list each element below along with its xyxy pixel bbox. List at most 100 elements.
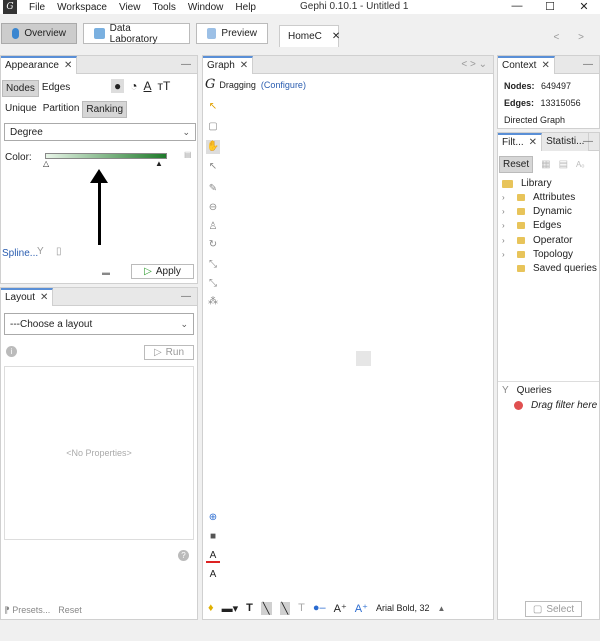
- menu-view[interactable]: View: [119, 2, 141, 13]
- help-icon[interactable]: ?: [178, 550, 189, 561]
- minimize-button[interactable]: —: [507, 0, 527, 12]
- overview-button[interactable]: Overview: [1, 23, 77, 44]
- size-icon[interactable]: ◔: [130, 79, 137, 93]
- eraser-icon[interactable]: ▬: [102, 268, 110, 277]
- data-laboratory-button[interactable]: Data Laboratory: [83, 23, 190, 45]
- edge-pencil-icon[interactable]: ⤡: [206, 258, 220, 272]
- background-color-icon[interactable]: ■: [206, 530, 220, 544]
- tab-nav-arrows[interactable]: < > ⌄: [461, 59, 487, 70]
- painter-tool-icon[interactable]: ✎: [206, 182, 220, 196]
- node-size-icon[interactable]: ●–: [313, 602, 326, 614]
- maximize-button[interactable]: ☐: [540, 0, 560, 13]
- color-gradient-slider[interactable]: [45, 153, 167, 159]
- tree-topology[interactable]: › Topology: [502, 249, 573, 260]
- tab-graph[interactable]: Graph ✕: [203, 55, 254, 74]
- edge-tool-icon[interactable]: ╲: [260, 601, 272, 615]
- tab-partition[interactable]: Partition: [40, 101, 83, 118]
- menu-workspace[interactable]: Workspace: [57, 2, 107, 13]
- tab-homec[interactable]: HomeC ✕: [279, 25, 340, 47]
- close-icon[interactable]: ✕: [332, 31, 340, 42]
- rotate-tool-icon[interactable]: ↻: [206, 238, 220, 252]
- label-size-icon[interactable]: тT: [158, 79, 171, 93]
- edge-color-icon[interactable]: ╲: [279, 601, 291, 615]
- layout-select[interactable]: ---Choose a layout ⌄: [4, 313, 194, 335]
- screenshot-icon[interactable]: ▬▾: [222, 602, 239, 615]
- tree-saved-queries[interactable]: Saved queries: [502, 263, 597, 274]
- graph-node-placeholder[interactable]: [356, 351, 371, 366]
- tab-context[interactable]: Context ✕: [498, 55, 555, 74]
- select-button[interactable]: ▢ Select: [525, 601, 582, 617]
- brush-tool-icon[interactable]: ♙: [206, 220, 220, 234]
- menu-tools[interactable]: Tools: [152, 2, 175, 13]
- close-icon[interactable]: ✕: [541, 60, 549, 71]
- auto-apply-icon[interactable]: ▯: [56, 246, 62, 257]
- close-icon[interactable]: ✕: [240, 60, 248, 71]
- select-tool-icon[interactable]: ↖: [206, 100, 220, 114]
- close-icon[interactable]: ✕: [64, 60, 72, 71]
- queries-root[interactable]: Y Queries: [502, 385, 552, 396]
- reset-layout-button[interactable]: Reset: [58, 605, 82, 616]
- close-icon[interactable]: ✕: [40, 292, 48, 303]
- info-icon[interactable]: i: [6, 346, 17, 357]
- sizer-tool-icon[interactable]: ⊖: [206, 201, 220, 215]
- pointer-tool-icon[interactable]: ↖: [206, 160, 220, 174]
- close-window-button[interactable]: ✕: [574, 0, 594, 13]
- chevron-right-icon: ›: [502, 250, 505, 259]
- preview-button[interactable]: Preview: [196, 23, 268, 44]
- filter-autorefresh-icon[interactable]: Aₒ: [576, 160, 584, 169]
- run-button[interactable]: ▷ Run: [144, 345, 194, 360]
- tab-nodes[interactable]: Nodes: [2, 80, 39, 97]
- menu-file[interactable]: File: [29, 2, 45, 13]
- text-size-icon[interactable]: T: [298, 602, 305, 614]
- expand-icon[interactable]: ▲: [437, 604, 445, 613]
- minimize-panel-icon[interactable]: —: [181, 291, 191, 302]
- annotation-arrow-head: [90, 169, 108, 183]
- tab-ranking[interactable]: Ranking: [82, 101, 128, 118]
- attribute-select[interactable]: Degree ⌄: [4, 123, 196, 141]
- heat-map-icon[interactable]: ⁂: [206, 295, 220, 309]
- font-increase-icon[interactable]: A⁺: [334, 602, 347, 615]
- text-tool-icon[interactable]: T: [246, 602, 253, 614]
- apply-button[interactable]: ▷ Apply: [131, 264, 194, 279]
- tree-dynamic[interactable]: › Dynamic: [502, 206, 572, 217]
- tab-layout[interactable]: Layout ✕: [1, 287, 54, 306]
- drag-tool-icon[interactable]: ✋: [206, 140, 220, 154]
- drop-filter-hint[interactable]: Drag filter here: [514, 400, 597, 411]
- funnel-icon[interactable]: Y: [37, 246, 44, 257]
- label-color-icon[interactable]: A: [206, 549, 220, 563]
- lightbulb-icon[interactable]: ♦: [208, 602, 214, 614]
- zoom-icon[interactable]: ⊕: [206, 511, 220, 525]
- font-label[interactable]: Arial Bold, 32: [376, 603, 430, 613]
- filter-save-icon[interactable]: ▤: [559, 159, 568, 170]
- color-palette-icon[interactable]: ●: [111, 79, 125, 93]
- tree-library[interactable]: Library: [502, 178, 552, 189]
- label-size-icon[interactable]: A: [206, 568, 220, 582]
- tab-edges[interactable]: Edges: [39, 80, 73, 97]
- spline-link[interactable]: Spline...: [2, 248, 38, 259]
- gradient-end-handle[interactable]: ▲: [155, 159, 163, 168]
- tab-unique[interactable]: Unique: [2, 101, 40, 118]
- tree-edges[interactable]: › Edges: [502, 220, 561, 231]
- tree-attributes[interactable]: › Attributes: [502, 192, 575, 203]
- graph-canvas[interactable]: [223, 96, 493, 596]
- configure-link[interactable]: (Configure): [261, 80, 306, 90]
- minimize-panel-icon[interactable]: —: [583, 59, 593, 70]
- tab-appearance[interactable]: Appearance ✕: [1, 55, 78, 74]
- filter-export-icon[interactable]: ▦: [541, 159, 550, 170]
- gradient-start-handle[interactable]: △: [43, 159, 49, 168]
- font-color-icon[interactable]: A⁺: [355, 602, 368, 615]
- label-color-icon[interactable]: A: [144, 79, 152, 93]
- reset-filters-button[interactable]: Reset: [499, 156, 534, 173]
- menu-window[interactable]: Window: [188, 2, 224, 13]
- menu-help[interactable]: Help: [235, 2, 256, 13]
- gradient-options-icon[interactable]: ▤: [184, 150, 192, 159]
- close-icon[interactable]: ✕: [529, 137, 537, 148]
- rectangle-select-icon[interactable]: ▢: [206, 120, 220, 134]
- tab-nav-arrows[interactable]: < >: [554, 32, 592, 43]
- node-pencil-icon[interactable]: ⤡: [206, 277, 220, 291]
- tree-operator[interactable]: › Operator: [502, 235, 572, 246]
- presets-button[interactable]: ⁋ Presets...: [4, 605, 50, 616]
- minimize-panel-icon[interactable]: —: [181, 59, 191, 70]
- minimize-panel-icon[interactable]: —: [583, 136, 593, 147]
- tab-filters[interactable]: Filt... ✕: [498, 132, 543, 151]
